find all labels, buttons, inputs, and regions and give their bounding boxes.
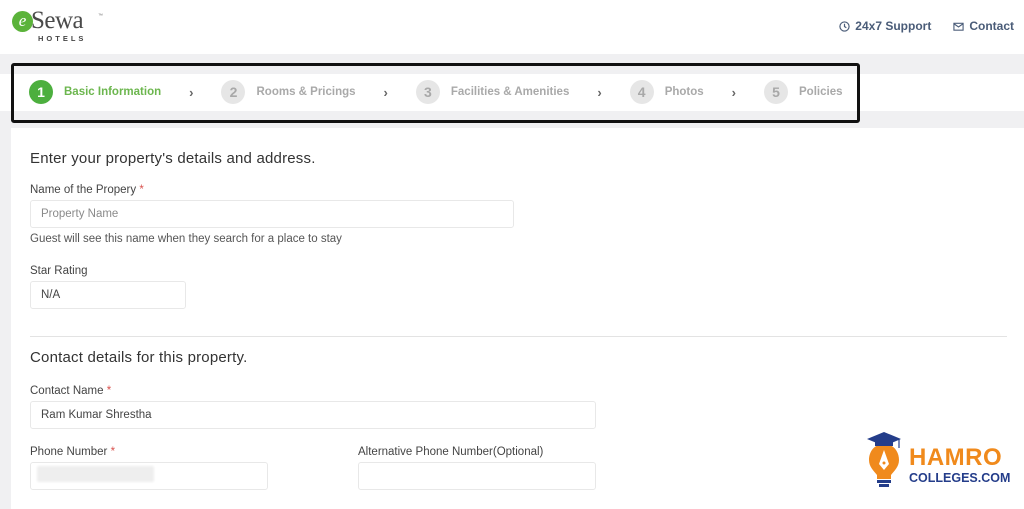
property-section-title: Enter your property's details and addres… xyxy=(30,150,316,167)
alt-phone-input[interactable] xyxy=(358,462,596,490)
required-asterisk: * xyxy=(110,446,116,458)
chevron-right-icon: › xyxy=(597,84,602,100)
step-facilities-amenities[interactable]: 3 Facilities & Amenities xyxy=(415,80,570,104)
esewa-hotels-logo[interactable]: e Sewa ™ HOTELS xyxy=(12,7,103,45)
step-label: Photos xyxy=(664,86,704,98)
hamrocolleges-watermark: HAMRO COLLEGES.COM xyxy=(866,430,1016,490)
contact-section-title: Contact details for this property. xyxy=(30,349,248,366)
progress-stepper: 1 Basic Information › 2 Rooms & Pricings… xyxy=(29,80,842,104)
watermark-line1: HAMRO xyxy=(909,444,1003,471)
step-label: Rooms & Pricings xyxy=(256,86,356,98)
step-label: Policies xyxy=(799,86,843,98)
step-number: 5 xyxy=(764,80,789,104)
step-photos[interactable]: 4 Photos xyxy=(629,80,704,104)
step-rooms-pricings[interactable]: 2 Rooms & Pricings xyxy=(221,80,356,104)
contact-name-label-text: Contact Name xyxy=(30,385,104,397)
required-asterisk: * xyxy=(139,184,144,196)
clock-icon xyxy=(839,20,850,32)
chevron-right-icon: › xyxy=(189,84,194,100)
property-name-label-text: Name of the Propery xyxy=(30,184,137,196)
step-number: 1 xyxy=(29,80,53,104)
contact-name-input[interactable]: Ram Kumar Shrestha xyxy=(30,401,596,429)
graduation-bulb-icon xyxy=(867,432,901,487)
top-header: e Sewa ™ HOTELS 24x7 Support Contact xyxy=(0,0,1024,54)
chevron-right-icon: › xyxy=(383,84,388,100)
phone-number-label: Phone Number * xyxy=(30,446,115,458)
contact-name-label: Contact Name * xyxy=(30,385,111,397)
star-rating-select[interactable]: N/A xyxy=(30,281,186,309)
logo-brand-text: Sewa xyxy=(31,7,84,34)
support-link-label: 24x7 Support xyxy=(855,19,932,33)
step-policies[interactable]: 5 Policies xyxy=(764,80,842,104)
mail-icon xyxy=(953,22,964,31)
property-name-help: Guest will see this name when they searc… xyxy=(30,233,342,245)
step-number: 3 xyxy=(415,80,440,104)
watermark-line2: COLLEGES.COM xyxy=(909,471,1011,485)
header-links: 24x7 Support Contact xyxy=(839,19,1014,33)
logo-subtitle: HOTELS xyxy=(38,34,87,43)
property-name-input[interactable] xyxy=(30,200,514,228)
logo-e-mark: e xyxy=(12,11,33,32)
chevron-right-icon: › xyxy=(731,84,737,100)
step-label: Facilities & Amenities xyxy=(450,86,570,98)
property-name-label: Name of the Propery * xyxy=(30,184,144,196)
step-number: 4 xyxy=(629,80,654,104)
required-asterisk: * xyxy=(106,385,112,397)
contact-link[interactable]: Contact xyxy=(953,19,1014,33)
step-label: Basic Information xyxy=(64,86,162,98)
redacted-phone-value xyxy=(37,466,154,482)
step-basic-information[interactable]: 1 Basic Information xyxy=(29,80,161,104)
step-number: 2 xyxy=(221,80,246,104)
contact-link-label: Contact xyxy=(969,19,1014,33)
section-divider xyxy=(30,336,1007,337)
star-rating-label: Star Rating xyxy=(30,265,88,277)
support-link[interactable]: 24x7 Support xyxy=(839,19,931,33)
phone-number-label-text: Phone Number xyxy=(30,446,108,458)
logo-trademark: ™ xyxy=(98,13,103,19)
alt-phone-label: Alternative Phone Number(Optional) xyxy=(358,446,544,458)
